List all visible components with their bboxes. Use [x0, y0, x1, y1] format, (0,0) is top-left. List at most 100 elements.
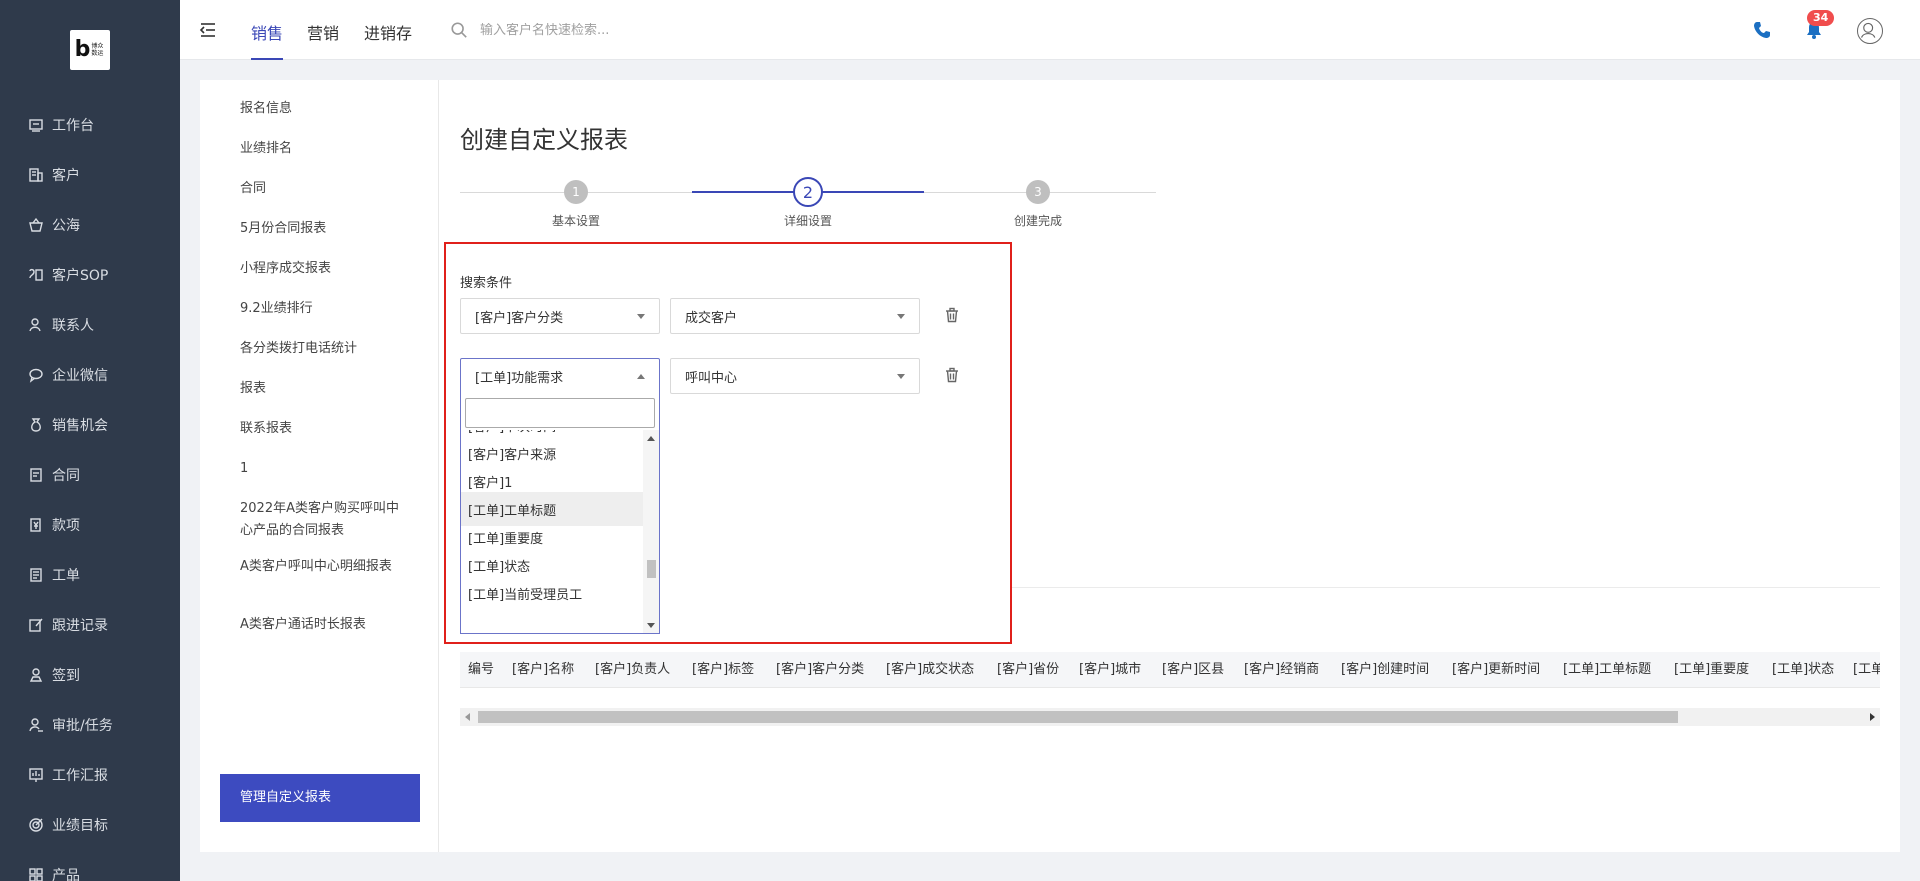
field-dropdown: [客户]下次时间[客户]客户来源[客户]1[工单]工单标题[工单]重要度[工单]…	[460, 392, 660, 634]
section-divider	[1012, 587, 1880, 588]
table-column-header[interactable]: [客户]城市	[1079, 652, 1141, 687]
caret-down-icon	[637, 314, 645, 319]
nav-item-chat[interactable]: 企业微信	[0, 350, 180, 400]
step-1-label: 基本设置	[551, 214, 600, 228]
report-list-item[interactable]: 报名信息	[240, 98, 410, 120]
logo-text: 博众数运	[91, 43, 104, 57]
dashboard-icon	[28, 117, 44, 133]
customer-search	[450, 18, 750, 42]
step-2-label: 详细设置	[783, 214, 832, 228]
scrollbar-thumb[interactable]	[647, 560, 656, 578]
nav-item-report[interactable]: 工作汇报	[0, 750, 180, 800]
chat-icon	[28, 367, 44, 383]
table-column-header[interactable]: [客户]省份	[997, 652, 1059, 687]
nav-item-building[interactable]: 客户	[0, 150, 180, 200]
table-column-header[interactable]: [客户]负责人	[595, 652, 670, 687]
building-icon	[28, 167, 44, 183]
payment-icon	[28, 517, 44, 533]
nav-item-ticket[interactable]: 工单	[0, 550, 180, 600]
table-horizontal-scrollbar[interactable]	[460, 708, 1880, 726]
tab-marketing[interactable]: 营销	[307, 20, 339, 60]
step-2-dot: 2	[793, 177, 823, 207]
person-icon	[28, 317, 44, 333]
caret-down-icon	[897, 374, 905, 379]
report-list-item[interactable]: 合同	[240, 178, 410, 200]
condition-2-field-select[interactable]: [工单]功能需求	[460, 358, 660, 394]
checkin-icon	[28, 667, 44, 683]
report-list-item[interactable]: 2022年A类客户购买呼叫中心产品的合同报表	[240, 498, 410, 542]
report-list-item[interactable]: A类客户通话时长报表	[240, 614, 410, 636]
dropdown-scrollbar[interactable]	[643, 430, 659, 633]
nav-item-payment[interactable]: 款项	[0, 500, 180, 550]
scroll-up-arrow-icon[interactable]	[647, 436, 655, 441]
table-column-header[interactable]: [工单]工单标题	[1563, 652, 1651, 687]
nav-item-label: 产品	[52, 868, 80, 881]
tab-inventory[interactable]: 进销存	[364, 20, 412, 60]
sub-item-manage-reports[interactable]: 管理自定义报表	[220, 774, 420, 822]
condition-2-value-select[interactable]: 呼叫中心	[670, 358, 920, 394]
step-1-dot: 1	[564, 180, 588, 204]
nav-item-basket[interactable]: 公海	[0, 200, 180, 250]
nav-item-label: 款项	[52, 518, 80, 534]
nav-item-target[interactable]: 业绩目标	[0, 800, 180, 850]
nav-item-checkin[interactable]: 签到	[0, 650, 180, 700]
report-list-item[interactable]: 1	[240, 458, 410, 480]
condition-1-value: 成交客户	[685, 310, 738, 326]
nav-item-label: 联系人	[52, 318, 94, 334]
tab-sales[interactable]: 销售	[251, 20, 284, 60]
phone-icon[interactable]	[1752, 20, 1772, 40]
delete-condition-1-icon[interactable]	[944, 307, 960, 323]
nav-item-money-bag[interactable]: 销售机会	[0, 400, 180, 450]
report-list-item[interactable]: 报表	[240, 378, 410, 400]
report-list-item[interactable]: 各分类拨打电话统计	[240, 338, 410, 360]
condition-1-value-select[interactable]: 成交客户	[670, 298, 920, 334]
report-list-item[interactable]: 业绩排名	[240, 138, 410, 160]
top-header: 销售 营销 进销存	[180, 0, 1920, 60]
contract-icon	[28, 467, 44, 483]
nav-item-person[interactable]: 联系人	[0, 300, 180, 350]
nav-item-label: 客户	[52, 168, 80, 184]
condition-2-value: 呼叫中心	[685, 370, 738, 386]
table-column-header[interactable]: [客户]更新时间	[1452, 652, 1540, 687]
table-column-header[interactable]: [工单]重要度	[1674, 652, 1749, 687]
target-icon	[28, 817, 44, 833]
table-column-header[interactable]: [客户]成交状态	[886, 652, 974, 687]
table-column-header[interactable]: [客户]标签	[692, 652, 754, 687]
table-column-header[interactable]: [工单]状态	[1772, 652, 1834, 687]
caret-up-icon	[637, 374, 645, 379]
report-list-item[interactable]: 联系报表	[240, 418, 410, 440]
company-logo[interactable]: b 博众数运	[70, 30, 110, 70]
report-list-item[interactable]: A类客户呼叫中心明细报表	[240, 556, 410, 578]
table-column-header[interactable]: [客户]创建时间	[1341, 652, 1429, 687]
nav-item-label: 合同	[52, 468, 80, 484]
delete-condition-2-icon[interactable]	[944, 367, 960, 383]
table-column-header[interactable]: [客户]名称	[512, 652, 574, 687]
menu-collapse-icon[interactable]	[198, 20, 218, 40]
scroll-down-arrow-icon[interactable]	[647, 623, 655, 628]
user-avatar[interactable]	[1857, 18, 1883, 44]
dropdown-option[interactable]: [工单]当前受理员工	[461, 576, 643, 610]
scroll-left-arrow-icon[interactable]	[465, 713, 470, 721]
report-list: 管理自定义报表 报名信息业绩排名合同 5月份合同报表 小程序成交报表 9.2业绩排行各…	[200, 80, 439, 852]
report-list-item[interactable]: 5月份合同报表	[240, 218, 410, 240]
search-input[interactable]	[480, 22, 740, 38]
report-list-item[interactable]: 小程序成交报表	[240, 258, 410, 280]
nav-item-sop[interactable]: 客户SOP	[0, 250, 180, 300]
nav-item-label: 客户SOP	[52, 268, 109, 284]
condition-1-field-select[interactable]: [客户]客户分类	[460, 298, 660, 334]
dropdown-search-input[interactable]	[465, 398, 655, 428]
table-column-header[interactable]: [客户]经销商	[1244, 652, 1319, 687]
scroll-right-arrow-icon[interactable]	[1870, 713, 1875, 721]
table-column-header[interactable]: [客户]区县	[1162, 652, 1224, 687]
nav-item-contract[interactable]: 合同	[0, 450, 180, 500]
nav-item-dashboard[interactable]: 工作台	[0, 100, 180, 150]
table-column-header[interactable]: [工单]	[1853, 652, 1880, 687]
report-list-item[interactable]: 9.2业绩排行	[240, 298, 410, 320]
nav-item-edit[interactable]: 跟进记录	[0, 600, 180, 650]
nav-item-approval[interactable]: 审批/任务	[0, 700, 180, 750]
table-column-header[interactable]: 编号	[468, 652, 494, 687]
table-column-header[interactable]: [客户]客户分类	[776, 652, 864, 687]
scrollbar-thumb[interactable]	[478, 711, 1678, 723]
product-icon	[28, 867, 44, 881]
nav-item-product[interactable]: 产品	[0, 850, 180, 881]
